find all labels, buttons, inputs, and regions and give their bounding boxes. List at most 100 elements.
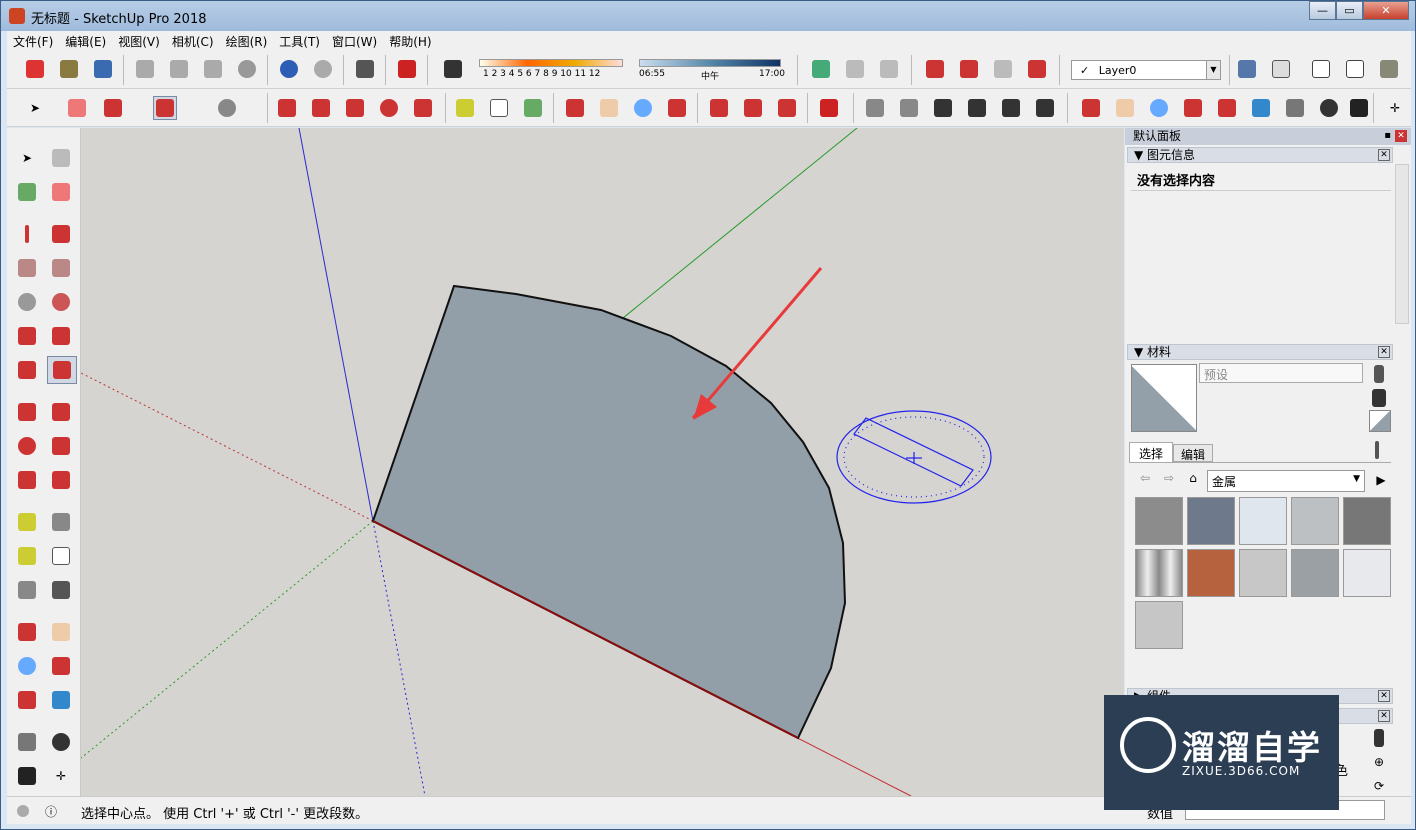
default-material-swatch[interactable]	[1369, 410, 1391, 432]
info-icon[interactable]: ⓘ	[39, 799, 63, 823]
new-file-icon[interactable]	[23, 57, 47, 81]
push-pull-icon[interactable]	[275, 96, 299, 120]
paint-bucket-material-icon[interactable]	[1367, 386, 1391, 410]
shadows-toggle-icon[interactable]	[441, 57, 465, 81]
details-arrow-icon[interactable]: ▶	[1369, 468, 1393, 492]
print-icon[interactable]	[353, 57, 377, 81]
walk-tool-icon[interactable]	[15, 764, 39, 788]
modeling-viewport[interactable]	[81, 128, 1124, 796]
get-models-icon[interactable]	[991, 57, 1015, 81]
pie-tool-active-icon[interactable]	[47, 356, 77, 384]
material-swatch[interactable]	[1135, 601, 1183, 649]
material-swatch[interactable]	[1135, 497, 1183, 545]
eyedropper-icon[interactable]	[1365, 438, 1389, 462]
materials-header[interactable]: ▼ 材料 ✕	[1127, 344, 1393, 360]
tape-measure-icon[interactable]	[453, 96, 477, 120]
previous-tool-icon[interactable]	[49, 688, 73, 712]
3pt-arc-icon[interactable]	[15, 358, 39, 382]
back-edges-icon[interactable]	[1269, 57, 1293, 81]
rotate-icon[interactable]	[377, 96, 401, 120]
copy-icon[interactable]	[167, 57, 191, 81]
share-model-icon[interactable]	[1025, 57, 1049, 81]
top-view-icon[interactable]	[897, 96, 921, 120]
follow-me-icon[interactable]	[309, 96, 333, 120]
home-icon[interactable]: ⌂	[1181, 466, 1205, 490]
circle-tool-icon[interactable]	[15, 290, 39, 314]
previous-view-icon[interactable]	[1249, 96, 1273, 120]
zoom-tool-icon[interactable]	[15, 654, 39, 678]
right-view-icon[interactable]	[965, 96, 989, 120]
rotate-tool-icon[interactable]	[15, 434, 39, 458]
paste-icon[interactable]	[201, 57, 225, 81]
erase-icon[interactable]	[235, 57, 259, 81]
3d-text-icon[interactable]	[49, 578, 73, 602]
dimension-tool-icon[interactable]	[49, 510, 73, 534]
panel-add-icon[interactable]: ⊕	[1367, 750, 1391, 774]
materials-close-icon[interactable]: ✕	[1378, 346, 1390, 358]
line-tool-icon[interactable]	[15, 222, 39, 246]
tray-close-icon[interactable]: ✕	[1395, 130, 1407, 142]
freehand-icon[interactable]	[101, 96, 125, 120]
panel-tool-icon[interactable]	[1367, 726, 1391, 750]
model-info-icon[interactable]	[395, 57, 419, 81]
camera-orbit-icon[interactable]	[1079, 96, 1103, 120]
polygon-tool-icon[interactable]	[49, 290, 73, 314]
create-material-icon[interactable]	[1367, 362, 1391, 386]
cut-icon[interactable]	[133, 57, 157, 81]
arc-tool-icon[interactable]	[15, 324, 39, 348]
undo-icon[interactable]	[277, 57, 301, 81]
iso-view-icon[interactable]	[863, 96, 887, 120]
forward-arrow-icon[interactable]: ⇨	[1157, 466, 1181, 490]
back-view-icon[interactable]	[999, 96, 1023, 120]
axes-icon[interactable]: ✛	[1383, 96, 1407, 120]
orbit-icon[interactable]	[563, 96, 587, 120]
select-arrow-icon[interactable]: ➤	[23, 96, 47, 120]
pushpull-tool-icon[interactable]	[49, 400, 73, 424]
pin-icon[interactable]: ▪	[1384, 130, 1391, 141]
close-button[interactable]: ✕	[1363, 1, 1409, 20]
warehouse-share-icon[interactable]	[741, 96, 765, 120]
time-slider[interactable]	[639, 59, 781, 67]
scale-tool-icon[interactable]	[15, 468, 39, 492]
tab-edit[interactable]: 编辑	[1173, 444, 1213, 462]
rectangle-tool-icon[interactable]	[15, 256, 39, 280]
left-view-icon[interactable]	[1033, 96, 1057, 120]
zoom-window-tool-icon[interactable]	[49, 654, 73, 678]
material-swatch[interactable]	[1239, 497, 1287, 545]
move-icon[interactable]	[343, 96, 367, 120]
geo-status-icon[interactable]	[11, 799, 35, 823]
menu-edit[interactable]: 编辑(E)	[59, 31, 112, 51]
material-swatch[interactable]	[1291, 497, 1339, 545]
warehouse-models-icon[interactable]	[707, 96, 731, 120]
hidden-line-icon[interactable]	[1343, 57, 1367, 81]
wireframe-icon[interactable]	[1309, 57, 1333, 81]
text-label-icon[interactable]	[487, 96, 511, 120]
tape-tool-icon[interactable]	[15, 510, 39, 534]
layer-select[interactable]: ✓ Layer0 ▼	[1071, 60, 1221, 80]
move-tool-icon[interactable]	[15, 400, 39, 424]
pan-hand-icon[interactable]	[597, 96, 621, 120]
maximize-button[interactable]: ▭	[1336, 1, 1363, 20]
text-tool-icon[interactable]	[49, 544, 73, 568]
camera-zoom-icon[interactable]	[1147, 96, 1171, 120]
front-view-house-icon[interactable]	[931, 96, 955, 120]
menu-window[interactable]: 窗口(W)	[326, 31, 383, 51]
open-folder-icon[interactable]	[57, 57, 81, 81]
zoom-icon[interactable]	[631, 96, 655, 120]
entity-info-header[interactable]: ▼ 图元信息 ✕	[1127, 147, 1393, 163]
extension-warehouse-icon[interactable]	[923, 57, 947, 81]
menu-draw[interactable]: 绘图(R)	[220, 31, 274, 51]
material-swatch[interactable]	[1187, 549, 1235, 597]
pie-tool-icon[interactable]	[153, 96, 177, 120]
zoom-window-icon[interactable]	[1181, 96, 1205, 120]
menu-camera[interactable]: 相机(C)	[166, 31, 220, 51]
ruby-extension-icon[interactable]	[817, 96, 841, 120]
components-close-icon[interactable]: ✕	[1378, 690, 1390, 702]
followme-tool-icon[interactable]	[49, 434, 73, 458]
back-arrow-icon[interactable]: ⇦	[1133, 466, 1157, 490]
eraser-icon[interactable]	[65, 96, 89, 120]
material-swatch[interactable]	[1135, 549, 1183, 597]
section-plane-icon[interactable]: ✛	[49, 764, 73, 788]
download-icon[interactable]	[877, 57, 901, 81]
protractor-tool-icon[interactable]	[15, 544, 39, 568]
